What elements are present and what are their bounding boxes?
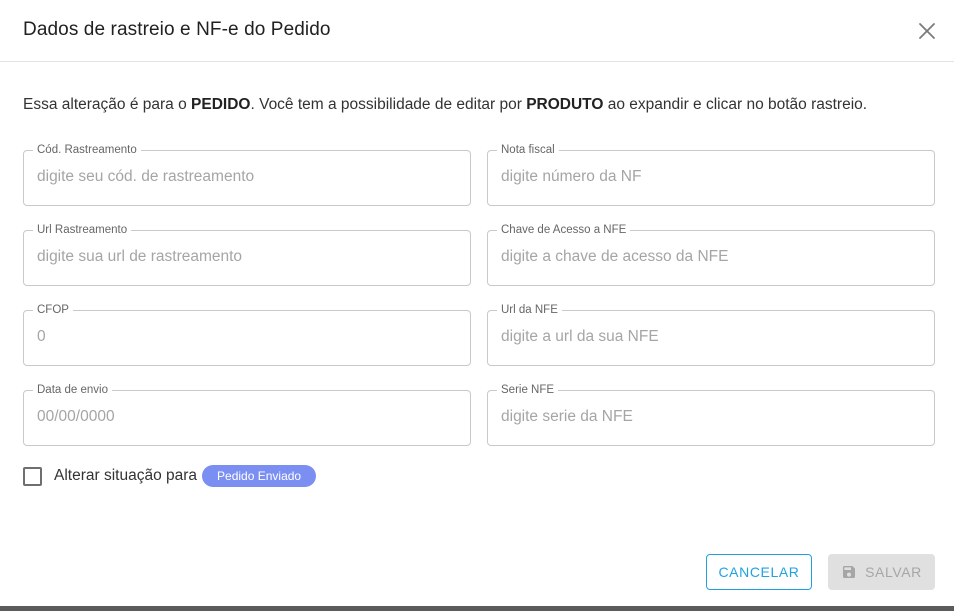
tracking-code-placeholder: digite seu cód. de rastreamento xyxy=(37,168,255,185)
nfe-url-placeholder: digite a url da sua NFE xyxy=(501,328,659,345)
invoice-number-placeholder: digite número da NF xyxy=(501,168,642,185)
tracking-url-label: Url Rastreamento xyxy=(33,222,132,238)
tracking-url-field[interactable]: Url Rastreamento digite sua url de rastr… xyxy=(23,222,471,286)
info-pedido: PEDIDO xyxy=(191,96,251,113)
status-chip: Pedido Enviado xyxy=(202,465,317,487)
save-button[interactable]: SALVAR xyxy=(828,554,935,590)
cfop-label: CFOP xyxy=(33,302,73,318)
nfe-url-field[interactable]: Url da NFE digite a url da sua NFE xyxy=(487,302,935,366)
ship-date-placeholder: 00/00/0000 xyxy=(37,408,115,425)
info-text-2: . Você tem a possibilidade de editar por xyxy=(250,96,527,113)
info-text-3: ao expandir e clicar no botão rastreio. xyxy=(603,96,868,113)
invoice-number-label: Nota fiscal xyxy=(497,142,559,158)
tracking-code-field[interactable]: Cód. Rastreamento digite seu cód. de ras… xyxy=(23,142,471,206)
access-key-field[interactable]: Chave de Acesso a NFE digite a chave de … xyxy=(487,222,935,286)
save-button-label: SALVAR xyxy=(865,564,922,580)
ship-date-label: Data de envio xyxy=(33,382,112,398)
access-key-placeholder: digite a chave de acesso da NFE xyxy=(501,248,729,265)
ship-date-field[interactable]: Data de envio 00/00/0000 xyxy=(23,382,471,446)
invoice-number-field[interactable]: Nota fiscal digite número da NF xyxy=(487,142,935,206)
nfe-series-placeholder: digite serie da NFE xyxy=(501,408,633,425)
cancel-button[interactable]: CANCELAR xyxy=(706,554,812,590)
tracking-code-label: Cód. Rastreamento xyxy=(33,142,141,158)
tracking-dialog: Dados de rastreio e NF-e do Pedido Essa … xyxy=(0,0,954,611)
status-change-label: Alterar situação para xyxy=(54,467,198,484)
cfop-field[interactable]: CFOP 0 xyxy=(23,302,471,366)
status-change-checkbox[interactable] xyxy=(23,466,42,486)
nfe-series-field[interactable]: Serie NFE digite serie da NFE xyxy=(487,382,935,446)
status-change-row: Alterar situação para Pedido Enviado xyxy=(23,464,317,488)
background-strip xyxy=(0,606,954,611)
nfe-url-label: Url da NFE xyxy=(497,302,562,318)
floppy-disk-icon xyxy=(843,566,856,578)
dialog-header: Dados de rastreio e NF-e do Pedido xyxy=(0,0,954,62)
close-icon[interactable] xyxy=(916,20,938,42)
cfop-placeholder: 0 xyxy=(37,328,46,345)
info-produto: PRODUTO xyxy=(526,96,604,113)
info-text-1: Essa alteração é para o xyxy=(23,96,192,113)
dialog-title: Dados de rastreio e NF-e do Pedido xyxy=(23,19,331,40)
nfe-series-label: Serie NFE xyxy=(497,382,559,398)
info-message: Essa alteração é para o PEDIDO. Você tem… xyxy=(23,96,867,114)
tracking-url-placeholder: digite sua url de rastreamento xyxy=(37,248,243,265)
access-key-label: Chave de Acesso a NFE xyxy=(497,222,631,238)
